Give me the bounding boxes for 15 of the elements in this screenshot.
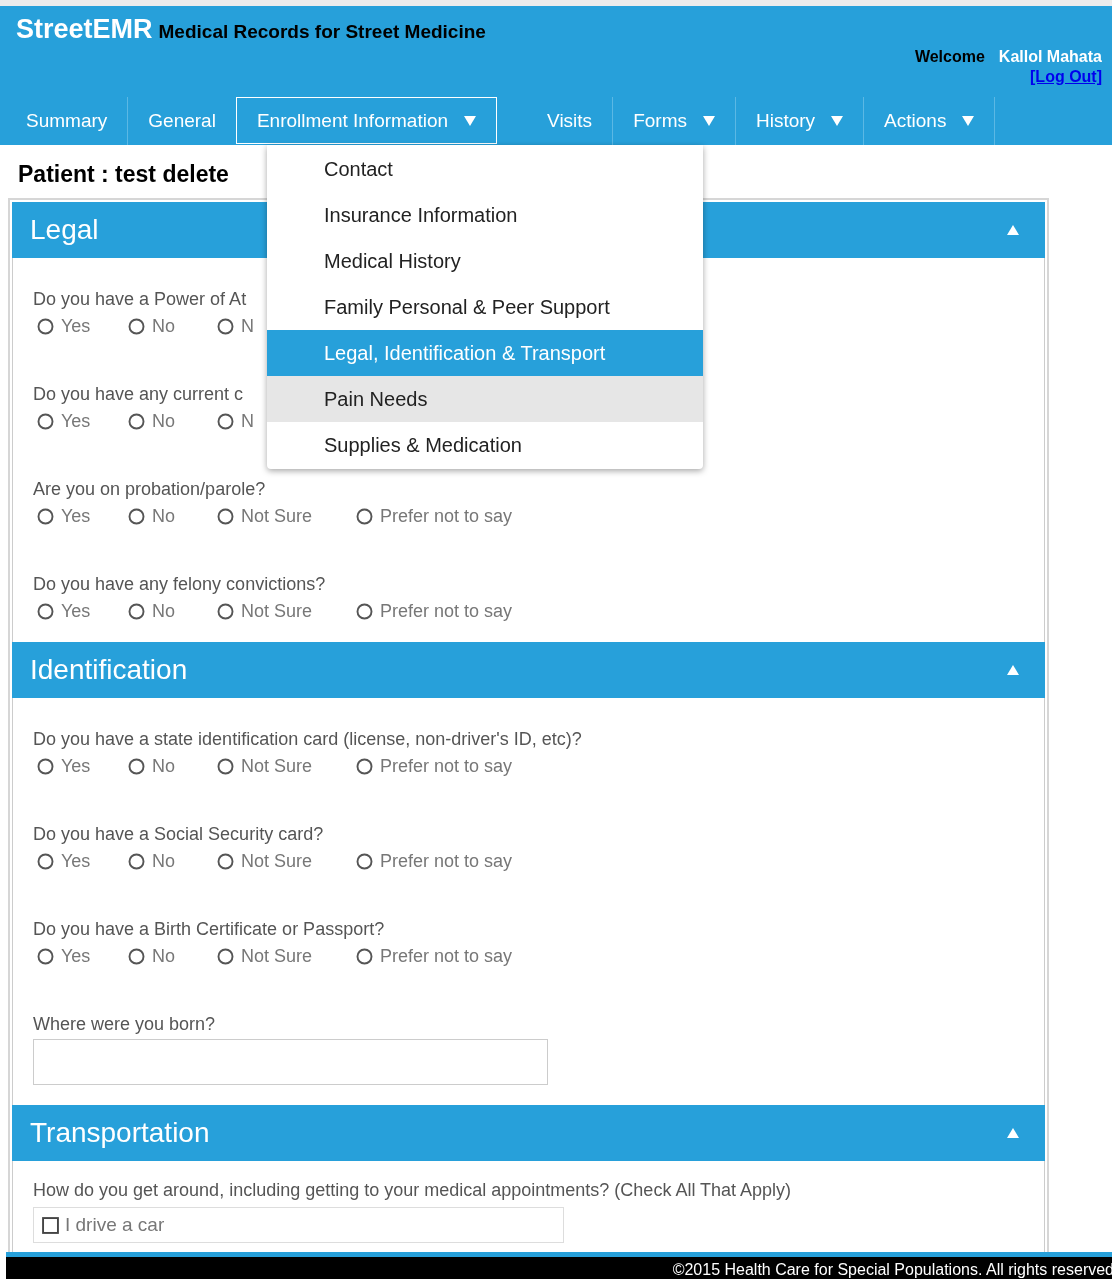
question-text: Do you have a Social Security card?	[33, 823, 324, 846]
brand-logo: StreetEMR	[16, 14, 153, 45]
question-text: Are you on probation/parole?	[33, 478, 266, 501]
question-text: Do you have a state identification card (license, non-driver's ID, etc)?	[33, 728, 582, 751]
copyright-text: ©2015 Health Care for Special Populations. All rights reserved	[672, 1261, 1112, 1279]
question-text: Do you have a Power of At	[33, 288, 247, 311]
question-text: Where were you born?	[33, 1013, 216, 1036]
question-text: Do you have a Birth Certificate or Passport?	[33, 918, 385, 941]
tagline: Medical Records for Street Medicine	[158, 21, 486, 43]
question-text: Do you have any felony convictions?	[33, 573, 326, 596]
question-text: How do you get around, including getting to your medical appointments? (Check All That Apply)	[33, 1179, 792, 1202]
user-name: Kallol Mahata	[998, 48, 1102, 66]
question-text: Do you have any current c	[33, 383, 244, 406]
welcome-label: Welcome	[914, 48, 985, 66]
patient-title: Patient : test delete	[18, 161, 229, 188]
